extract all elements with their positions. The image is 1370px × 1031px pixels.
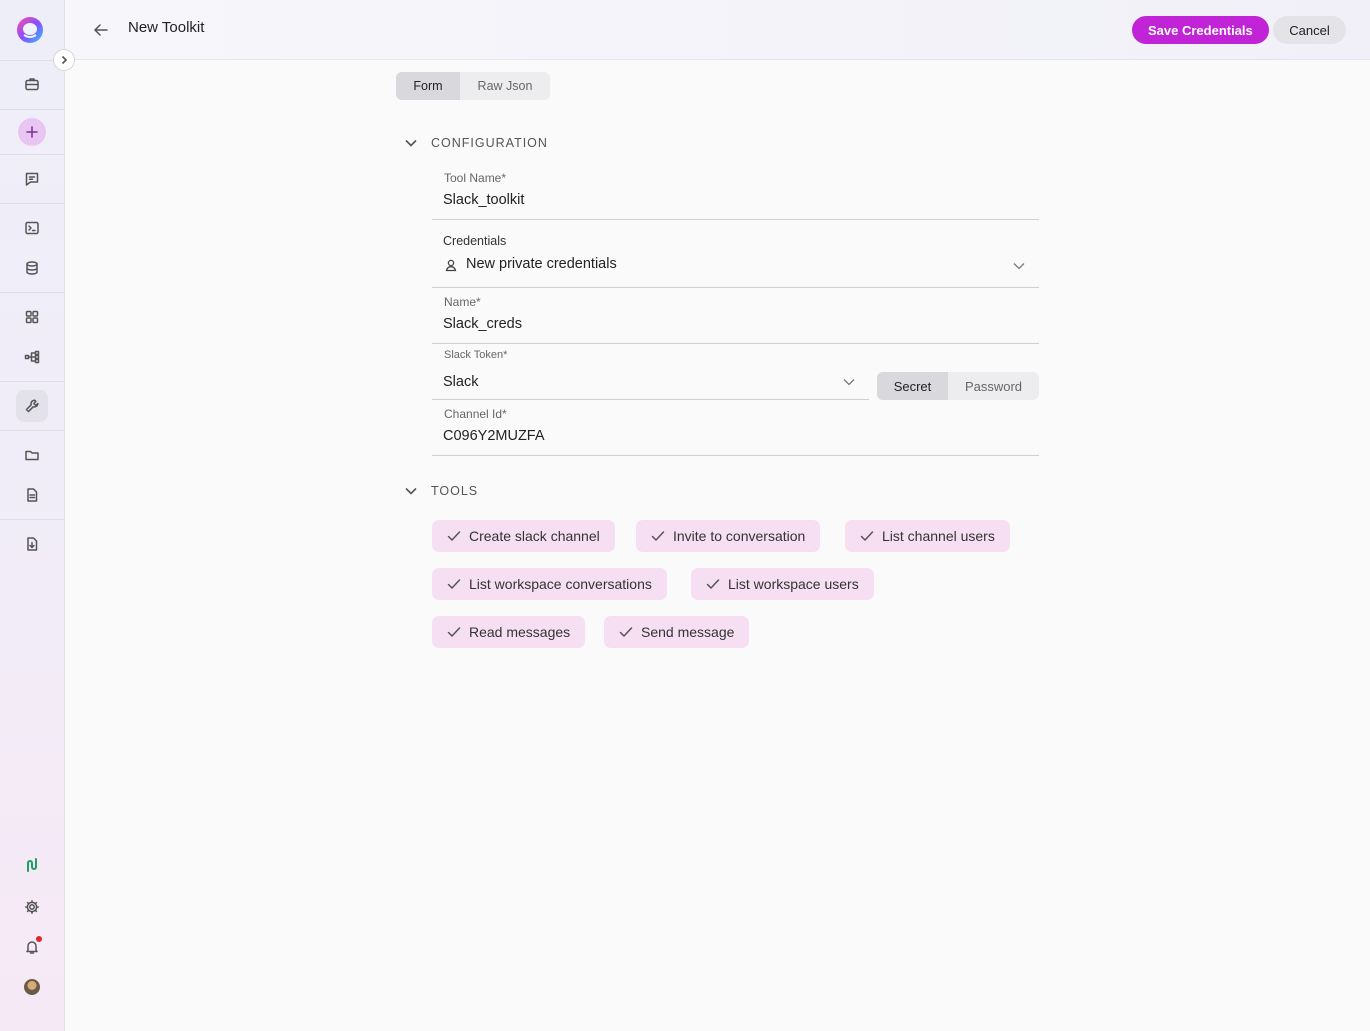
app-logo-icon[interactable] <box>15 15 45 45</box>
chevron-down-icon <box>405 139 417 147</box>
check-icon <box>447 531 461 541</box>
chevron-down-icon <box>405 487 417 495</box>
sidebar-item-pipelines[interactable] <box>16 341 48 373</box>
tool-chip-label: List channel users <box>882 528 995 544</box>
chevron-down-icon <box>842 375 856 394</box>
tab-raw-json[interactable]: Raw Json <box>460 72 550 100</box>
sidebar-item-documents[interactable] <box>16 479 48 511</box>
sidebar-item-settings[interactable] <box>16 891 48 923</box>
check-icon <box>860 531 874 541</box>
notification-dot <box>36 936 42 942</box>
tool-name-value: Slack_toolkit <box>443 192 525 208</box>
check-icon <box>447 579 461 589</box>
wrench-icon <box>25 399 39 413</box>
tool-chip[interactable]: Invite to conversation <box>636 520 821 552</box>
tool-chip-label: Create slack channel <box>469 528 600 544</box>
credentials-label: Credentials <box>443 234 507 248</box>
page-title: New Toolkit <box>128 19 205 36</box>
channel-id-field[interactable]: Channel Id* C096Y2MUZFA <box>432 402 1039 456</box>
sidebar-item-terminal[interactable] <box>16 212 48 244</box>
sidebar <box>0 0 65 1031</box>
slack-token-value: Slack <box>443 374 479 390</box>
briefcase-icon <box>25 78 39 91</box>
user-icon <box>444 258 458 272</box>
page-header: New Toolkit Save Credentials Cancel <box>65 0 1370 60</box>
view-toggle: Form Raw Json <box>396 72 550 100</box>
credentials-select[interactable]: Credentials New private credentials <box>432 228 1039 288</box>
channel-id-value: C096Y2MUZFA <box>443 428 545 444</box>
sidebar-item-database[interactable] <box>16 252 48 284</box>
back-button[interactable] <box>91 20 111 40</box>
arrow-left-icon <box>93 24 108 36</box>
slack-token-select[interactable]: Slack Token* Slack <box>432 346 869 400</box>
folder-icon <box>25 450 39 461</box>
plus-icon <box>26 126 38 138</box>
sidebar-item-chat[interactable] <box>16 163 48 195</box>
tool-chip-label: Invite to conversation <box>673 528 806 544</box>
tool-name-label: Tool Name* <box>444 171 507 185</box>
sidebar-item-toolkits[interactable] <box>16 390 48 422</box>
sidebar-create-button[interactable] <box>18 118 46 146</box>
sidebar-expand-button[interactable] <box>53 49 75 71</box>
name-label: Name* <box>444 295 481 309</box>
tool-chip[interactable]: List channel users <box>845 520 1010 552</box>
mode-password[interactable]: Password <box>948 372 1039 400</box>
token-mode-toggle: Secret Password <box>877 372 1039 400</box>
chevron-right-icon <box>61 55 68 65</box>
tool-chip[interactable]: Read messages <box>432 616 586 648</box>
connect-icon <box>27 858 37 872</box>
tool-chip-label: Send message <box>641 624 735 640</box>
slack-token-label: Slack Token* <box>444 349 508 361</box>
sidebar-item-folder[interactable] <box>16 439 48 471</box>
configuration-section-toggle[interactable]: CONFIGURATION <box>404 136 548 150</box>
document-icon <box>27 488 38 502</box>
chevron-down-icon <box>1012 259 1026 278</box>
sidebar-item-import[interactable] <box>16 528 48 560</box>
terminal-icon <box>25 221 39 235</box>
mode-secret[interactable]: Secret <box>877 372 948 400</box>
sidebar-item-integrations[interactable] <box>16 849 48 881</box>
check-icon <box>447 627 461 637</box>
tool-chip-label: List workspace conversations <box>469 576 652 592</box>
tool-chip[interactable]: Send message <box>604 616 750 648</box>
tool-chip-label: Read messages <box>469 624 571 640</box>
grid-icon <box>25 310 39 324</box>
name-value: Slack_creds <box>443 316 522 332</box>
configuration-heading: CONFIGURATION <box>431 136 548 150</box>
check-icon <box>651 531 665 541</box>
check-icon <box>619 627 633 637</box>
sidebar-item-notifications[interactable] <box>16 931 48 963</box>
tool-name-field[interactable]: Tool Name* Slack_toolkit <box>432 166 1039 220</box>
tool-chip[interactable]: List workspace conversations <box>432 568 667 600</box>
name-field[interactable]: Name* Slack_creds <box>432 290 1039 344</box>
credentials-value: New private credentials <box>466 256 617 272</box>
sidebar-item-profile[interactable] <box>16 971 48 1003</box>
database-icon <box>26 261 38 275</box>
avatar <box>24 979 40 995</box>
save-credentials-button[interactable]: Save Credentials <box>1132 16 1269 44</box>
tools-section-toggle[interactable]: TOOLS <box>404 484 478 498</box>
cancel-button[interactable]: Cancel <box>1273 16 1346 44</box>
sidebar-item-briefcase[interactable] <box>16 68 48 100</box>
tools-heading: TOOLS <box>431 484 479 498</box>
tool-chip[interactable]: List workspace users <box>691 568 874 600</box>
chat-icon <box>25 172 39 186</box>
file-download-icon <box>27 537 38 551</box>
tool-chip-label: List workspace users <box>728 576 859 592</box>
tool-chip[interactable]: Create slack channel <box>432 520 615 552</box>
channel-id-label: Channel Id* <box>444 407 507 421</box>
tab-form[interactable]: Form <box>396 72 460 100</box>
gear-icon <box>25 900 39 914</box>
flow-icon <box>24 350 40 364</box>
check-icon <box>706 579 720 589</box>
sidebar-item-apps[interactable] <box>16 301 48 333</box>
